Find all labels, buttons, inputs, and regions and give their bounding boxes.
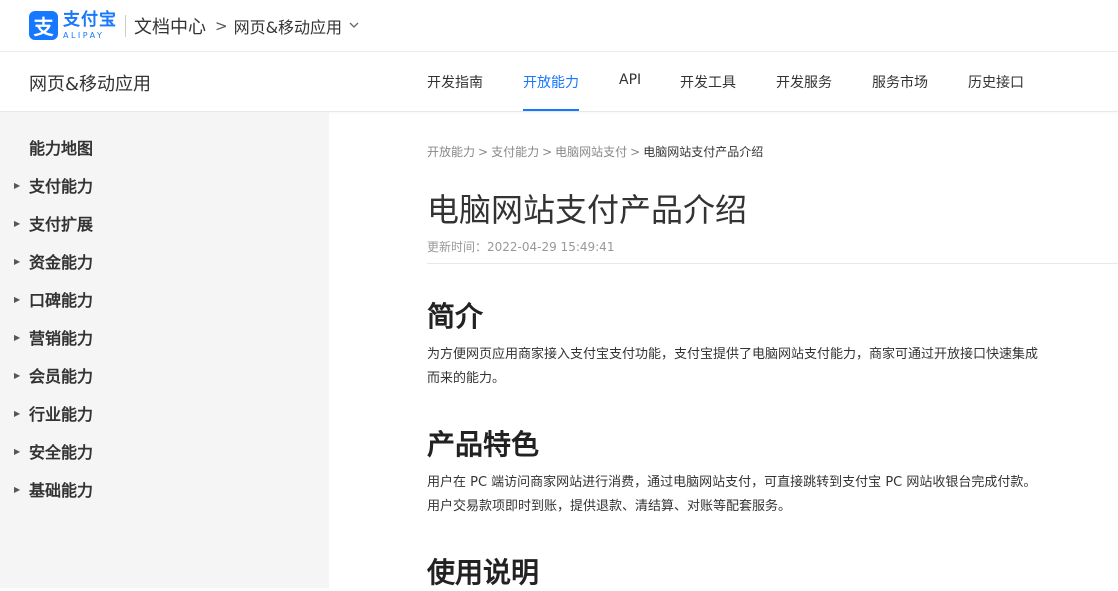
sidebar-item-payment-extension[interactable]: ▶ 支付扩展 (0, 209, 329, 237)
sidebar-item-label: 基础能力 (29, 481, 94, 500)
caret-right-icon: ▶ (14, 446, 21, 456)
tab-legacy-api[interactable]: 历史接口 (968, 72, 1024, 92)
breadcrumb-item[interactable]: 电脑网站支付 (555, 145, 627, 159)
alipay-logo[interactable]: 支 支付宝 ALIPAY (29, 11, 117, 40)
product-dropdown[interactable]: 网页&移动应用 (234, 14, 359, 38)
update-timestamp: 更新时间：2022-04-29 15:49:41 (427, 240, 615, 254)
tab-dev-tools[interactable]: 开发工具 (680, 72, 736, 92)
sidebar-item-marketing[interactable]: ▶ 营销能力 (0, 323, 329, 351)
caret-right-icon: ▶ (14, 408, 21, 418)
sidebar-item-basic[interactable]: ▶ 基础能力 (0, 475, 329, 503)
chevron-down-icon (349, 19, 359, 32)
title-divider (427, 263, 1118, 264)
sidebar-item-capability-map[interactable]: 能力地图 (0, 133, 329, 161)
alipay-logo-icon: 支 (29, 11, 58, 40)
breadcrumb-current: 电脑网站支付产品介绍 (643, 145, 764, 159)
tab-dev-services[interactable]: 开发服务 (776, 72, 832, 92)
caret-right-icon: ▶ (14, 218, 21, 228)
breadcrumb-separator: > (630, 145, 641, 159)
breadcrumb-item[interactable]: 开放能力 (427, 145, 475, 159)
doc-center-link[interactable]: 文档中心 (134, 13, 206, 39)
nav-tabs: 开发指南 开放能力 API 开发工具 开发服务 服务市场 历史接口 (0, 52, 1118, 112)
sidebar-item-label: 营销能力 (29, 329, 94, 348)
tab-open-capabilities[interactable]: 开放能力 (523, 72, 579, 92)
sidebar-item-label: 支付能力 (29, 177, 94, 196)
header-divider (125, 14, 126, 37)
intro-paragraph-line: 为方便网页应用商家接入支付宝支付功能，支付宝提供了电脑网站支付能力，商家可通过开… (427, 347, 1039, 362)
caret-right-icon: ▶ (14, 294, 21, 304)
sidebar-item-industry[interactable]: ▶ 行业能力 (0, 399, 329, 427)
breadcrumb-item[interactable]: 支付能力 (491, 145, 539, 159)
sidebar: 能力地图 ▶ 支付能力 ▶ 支付扩展 ▶ 资金能力 ▶ 口碑能力 ▶ 营销能力 … (0, 112, 329, 588)
sidebar-item-label: 支付扩展 (29, 215, 94, 234)
caret-right-icon: ▶ (14, 370, 21, 380)
caret-right-icon: ▶ (14, 180, 21, 190)
sub-navigation: 网页&移动应用 开发指南 开放能力 API 开发工具 开发服务 服务市场 历史接… (0, 52, 1118, 112)
sidebar-item-security[interactable]: ▶ 安全能力 (0, 437, 329, 465)
sidebar-item-payment[interactable]: ▶ 支付能力 (0, 171, 329, 199)
main-content: 开放能力 > 支付能力 > 电脑网站支付 > 电脑网站支付产品介绍 电脑网站支付产品介绍 更… (427, 112, 1118, 589)
active-tab-indicator (523, 109, 579, 111)
top-bar: 支 支付宝 ALIPAY 文档中心 > 网页&移动应用 (0, 0, 1118, 52)
sidebar-item-label: 会员能力 (29, 367, 94, 386)
breadcrumb-separator: > (542, 145, 553, 159)
sidebar-item-label: 口碑能力 (29, 291, 94, 310)
caret-right-icon: ▶ (14, 256, 21, 266)
header-crumb-separator: > (215, 16, 228, 35)
intro-paragraph-line: 而来的能力。 (427, 371, 506, 386)
section-heading-usage: 使用说明 (427, 556, 540, 589)
sidebar-item-label: 能力地图 (29, 139, 94, 158)
sidebar-item-label: 资金能力 (29, 253, 94, 272)
sidebar-item-label: 安全能力 (29, 443, 94, 462)
page-title: 电脑网站支付产品介绍 (427, 191, 748, 229)
sidebar-item-label: 行业能力 (29, 405, 94, 424)
caret-right-icon: ▶ (14, 332, 21, 342)
breadcrumb-separator: > (478, 145, 489, 159)
features-paragraph-line: 用户在 PC 端访问商家网站进行消费，通过电脑网站支付，可直接跳转到支付宝 PC… (427, 475, 1037, 490)
features-paragraph-line: 用户交易款项即时到账，提供退款、清结算、对账等配套服务。 (427, 499, 792, 514)
logo-text-cn: 支付宝 (63, 9, 117, 30)
sidebar-item-membership[interactable]: ▶ 会员能力 (0, 361, 329, 389)
tab-dev-guide[interactable]: 开发指南 (427, 72, 483, 92)
breadcrumb: 开放能力 > 支付能力 > 电脑网站支付 > 电脑网站支付产品介绍 (427, 143, 763, 160)
tab-api[interactable]: API (619, 72, 641, 88)
sidebar-item-funds[interactable]: ▶ 资金能力 (0, 247, 329, 275)
tab-service-market[interactable]: 服务市场 (872, 72, 928, 92)
logo-text-en: ALIPAY (63, 30, 105, 40)
product-dropdown-label: 网页&移动应用 (233, 17, 343, 37)
sidebar-item-koubei[interactable]: ▶ 口碑能力 (0, 285, 329, 313)
section-heading-intro: 简介 (427, 300, 484, 333)
section-heading-features: 产品特色 (427, 428, 540, 461)
caret-right-icon: ▶ (14, 484, 21, 494)
